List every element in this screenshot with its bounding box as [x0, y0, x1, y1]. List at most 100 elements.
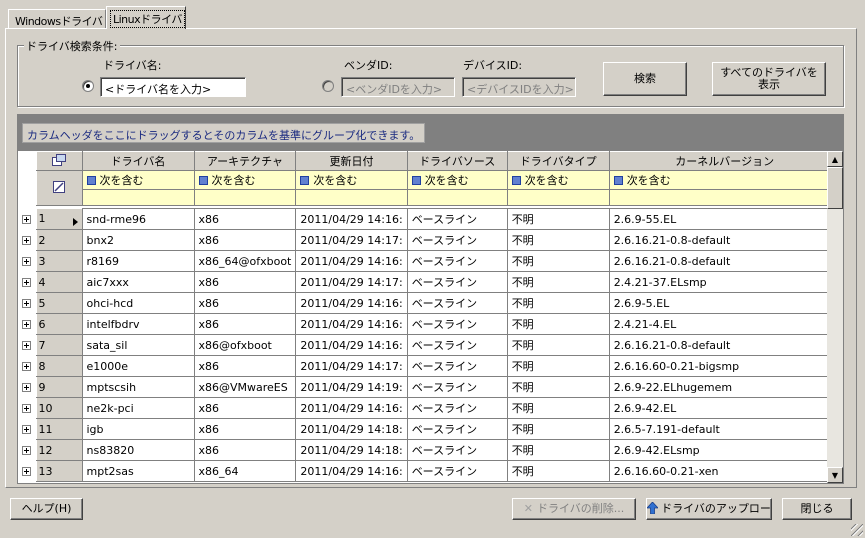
- column-header-kernel-version[interactable]: カーネルバージョン: [608, 151, 841, 171]
- filter-value-kernel-version[interactable]: [608, 189, 841, 206]
- cell-driver-source[interactable]: ベースライン: [406, 355, 508, 377]
- cell-driver-source[interactable]: ベースライン: [406, 292, 508, 314]
- cell-update-date[interactable]: 2011/04/29 14:17:: [295, 271, 408, 293]
- help-button[interactable]: ヘルプ(H): [10, 498, 83, 520]
- cell-driver-type[interactable]: 不明: [506, 397, 610, 419]
- cell-architecture[interactable]: x86: [193, 229, 297, 251]
- cell-kernel-version[interactable]: 2.6.9-22.ELhugemem: [608, 376, 841, 398]
- scroll-thumb[interactable]: [827, 167, 843, 209]
- expand-plus-icon[interactable]: [22, 425, 32, 434]
- tab-windows-drivers[interactable]: Windowsドライバ: [8, 9, 106, 29]
- filter-value-architecture[interactable]: [193, 189, 297, 206]
- cell-driver-source[interactable]: ベースライン: [406, 208, 508, 230]
- filter-driver-source[interactable]: 次を含む: [406, 170, 508, 190]
- cell-driver-name[interactable]: e1000e: [81, 355, 195, 377]
- row-expander[interactable]: [18, 460, 36, 482]
- cell-driver-source[interactable]: ベースライン: [406, 334, 508, 356]
- cell-update-date[interactable]: 2011/04/29 14:16:: [295, 250, 408, 272]
- row-expander[interactable]: [18, 292, 36, 314]
- table-row[interactable]: 4 aic7xxx x86 2011/04/29 14:17: ベースライン 不明 2.4.…: [18, 271, 841, 293]
- cell-update-date[interactable]: 2011/04/29 14:16:: [295, 208, 408, 230]
- table-row[interactable]: 11 igb x86 2011/04/29 14:18: ベースライン 不明 2.6.5-7…: [18, 418, 841, 440]
- filter-value-driver-name[interactable]: [81, 189, 195, 206]
- cell-architecture[interactable]: x86: [193, 313, 297, 335]
- expand-plus-icon[interactable]: [22, 278, 32, 287]
- row-number[interactable]: 7: [35, 334, 83, 356]
- column-header-architecture[interactable]: アーキテクチャ: [193, 151, 297, 171]
- column-header-driver-type[interactable]: ドライバタイプ: [506, 151, 610, 171]
- column-header-driver-source[interactable]: ドライバソース: [406, 151, 508, 171]
- table-row[interactable]: 7 sata_sil x86@ofxboot 2011/04/29 14:16: ベース…: [18, 334, 841, 356]
- cell-kernel-version[interactable]: 2.6.16.21-0.8-default: [608, 250, 841, 272]
- show-all-drivers-button[interactable]: すべてのドライバを 表示: [712, 62, 826, 96]
- row-number[interactable]: 4: [35, 271, 83, 293]
- row-number[interactable]: 12: [35, 439, 83, 461]
- cell-driver-type[interactable]: 不明: [506, 376, 610, 398]
- cell-driver-type[interactable]: 不明: [506, 313, 610, 335]
- row-number[interactable]: 11: [35, 418, 83, 440]
- cell-driver-name[interactable]: ns83820: [81, 439, 195, 461]
- table-row[interactable]: 1 snd-rme96 x86 2011/04/29 14:16: ベースライン 不明 2.…: [18, 208, 841, 230]
- row-number[interactable]: 1: [35, 208, 83, 230]
- table-row[interactable]: 8 e1000e x86 2011/04/29 14:17: ベースライン 不明 2.6.1…: [18, 355, 841, 377]
- expand-plus-icon[interactable]: [22, 320, 32, 329]
- filter-value-update-date[interactable]: [295, 189, 408, 206]
- cell-kernel-version[interactable]: 2.6.16.21-0.8-default: [608, 334, 841, 356]
- cell-update-date[interactable]: 2011/04/29 14:18:: [295, 418, 408, 440]
- expand-plus-icon[interactable]: [22, 299, 32, 308]
- cell-driver-name[interactable]: ohci-hcd: [81, 292, 195, 314]
- scroll-down-icon[interactable]: ▼: [827, 467, 843, 483]
- cell-driver-name[interactable]: snd-rme96: [81, 208, 195, 230]
- cell-driver-source[interactable]: ベースライン: [406, 418, 508, 440]
- filter-update-date[interactable]: 次を含む: [295, 170, 408, 190]
- expand-plus-icon[interactable]: [22, 467, 32, 476]
- cell-driver-source[interactable]: ベースライン: [406, 439, 508, 461]
- resize-grip-icon[interactable]: [851, 524, 863, 536]
- row-expander[interactable]: [18, 355, 36, 377]
- row-expander[interactable]: [18, 271, 36, 293]
- filter-driver-name[interactable]: 次を含む: [81, 170, 195, 190]
- cell-driver-source[interactable]: ベースライン: [406, 460, 508, 482]
- row-number[interactable]: 2: [35, 229, 83, 251]
- cell-driver-name[interactable]: igb: [81, 418, 195, 440]
- expand-plus-icon[interactable]: [22, 215, 32, 224]
- cell-driver-source[interactable]: ベースライン: [406, 271, 508, 293]
- cell-kernel-version[interactable]: 2.6.16.21-0.8-default: [608, 229, 841, 251]
- table-row[interactable]: 5 ohci-hcd x86 2011/04/29 14:16: ベースライン 不明 2.6…: [18, 292, 841, 314]
- cell-driver-type[interactable]: 不明: [506, 271, 610, 293]
- cell-update-date[interactable]: 2011/04/29 14:16:: [295, 460, 408, 482]
- row-number[interactable]: 5: [35, 292, 83, 314]
- cell-driver-name[interactable]: sata_sil: [81, 334, 195, 356]
- cell-kernel-version[interactable]: 2.6.5-7.191-default: [608, 418, 841, 440]
- cell-driver-source[interactable]: ベースライン: [406, 229, 508, 251]
- cell-driver-name[interactable]: r8169: [81, 250, 195, 272]
- row-expander[interactable]: [18, 250, 36, 272]
- table-row[interactable]: 12 ns83820 x86 2011/04/29 14:18: ベースライン 不明 2.6…: [18, 439, 841, 461]
- cell-driver-type[interactable]: 不明: [506, 355, 610, 377]
- filter-architecture[interactable]: 次を含む: [193, 170, 297, 190]
- row-expander[interactable]: [18, 313, 36, 335]
- table-row[interactable]: 13 mpt2sas x86_64 2011/04/29 14:16: ベースライン 不明…: [18, 460, 841, 482]
- clear-filter-icon[interactable]: [35, 170, 83, 206]
- row-number[interactable]: 13: [35, 460, 83, 482]
- cell-driver-name[interactable]: mptscsih: [81, 376, 195, 398]
- tab-linux-drivers[interactable]: Linuxドライバ: [106, 6, 186, 29]
- cell-architecture[interactable]: x86: [193, 292, 297, 314]
- cell-driver-type[interactable]: 不明: [506, 208, 610, 230]
- row-number[interactable]: 9: [35, 376, 83, 398]
- cell-architecture[interactable]: x86@VMwareES: [193, 376, 297, 398]
- device-id-input[interactable]: <デバイスIDを入力>: [462, 77, 576, 97]
- row-expander[interactable]: [18, 397, 36, 419]
- cell-driver-source[interactable]: ベースライン: [406, 376, 508, 398]
- row-number[interactable]: 8: [35, 355, 83, 377]
- row-number[interactable]: 3: [35, 250, 83, 272]
- group-by-area[interactable]: カラムヘッダをここにドラッグするとそのカラムを基準にグループ化できます。: [18, 115, 843, 151]
- cell-driver-name[interactable]: aic7xxx: [81, 271, 195, 293]
- cell-kernel-version[interactable]: 2.6.9-55.EL: [608, 208, 841, 230]
- cell-architecture[interactable]: x86: [193, 271, 297, 293]
- row-expander[interactable]: [18, 208, 36, 230]
- cell-architecture[interactable]: x86_64: [193, 460, 297, 482]
- row-expander[interactable]: [18, 229, 36, 251]
- cell-kernel-version[interactable]: 2.6.9-5.EL: [608, 292, 841, 314]
- cell-architecture[interactable]: x86_64@ofxboot: [193, 250, 297, 272]
